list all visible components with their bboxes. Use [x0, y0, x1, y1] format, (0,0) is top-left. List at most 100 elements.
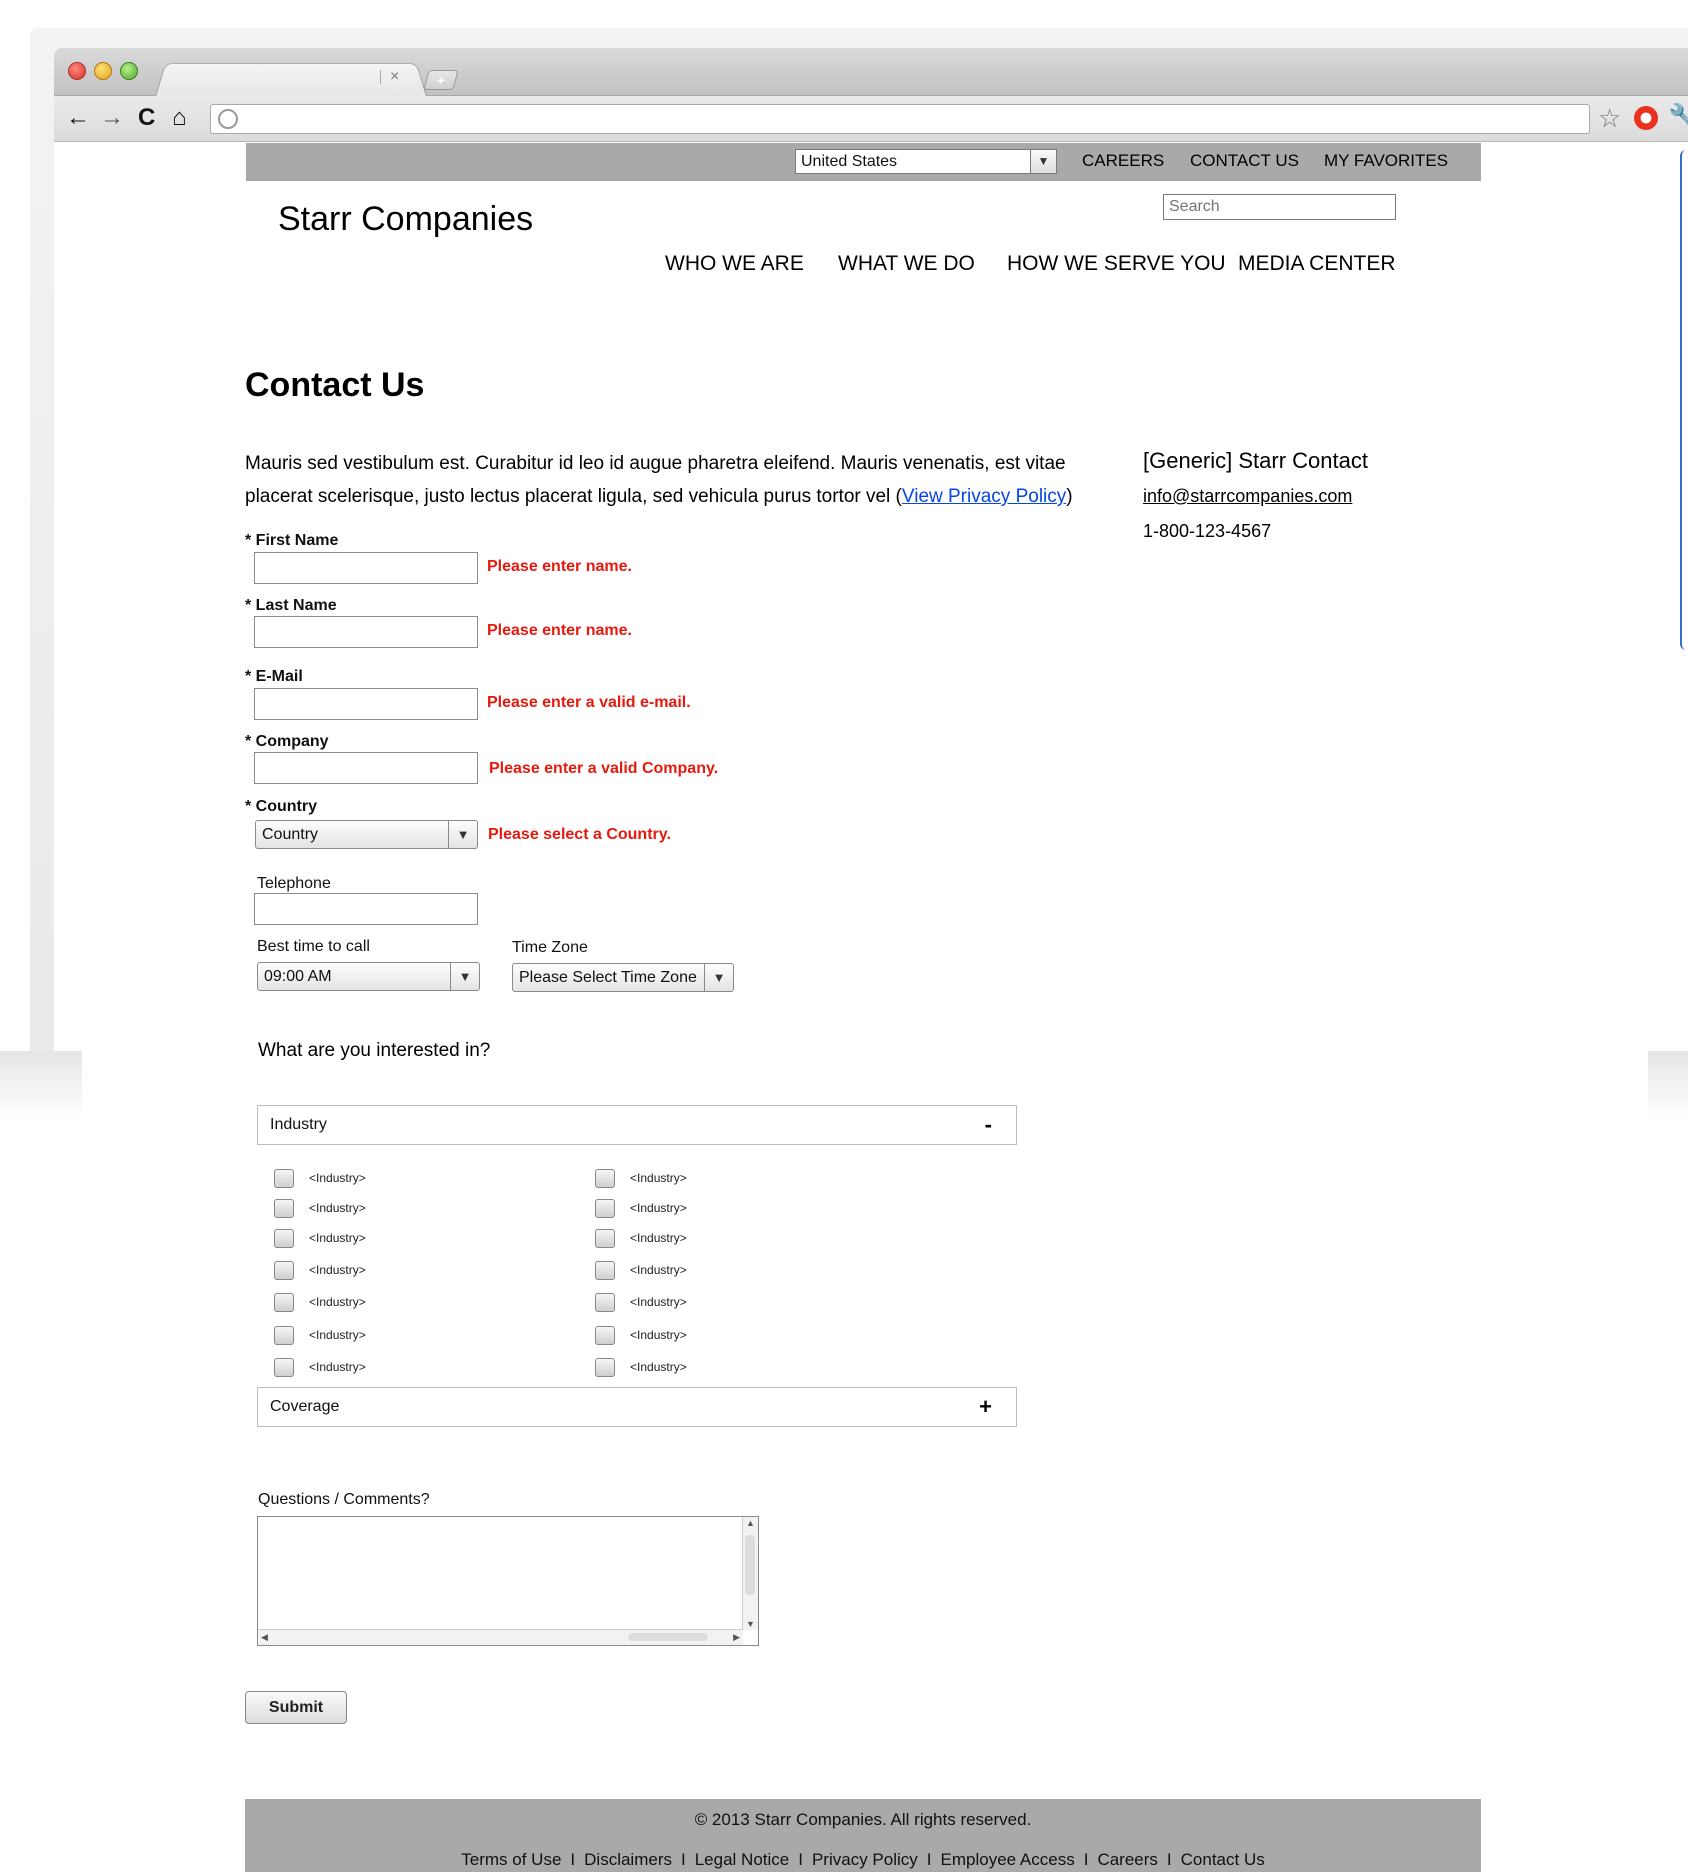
chevron-down-icon: ▼ — [1030, 150, 1056, 173]
industry-checkbox-label: <Industry> — [630, 1171, 687, 1185]
forward-icon[interactable]: → — [100, 104, 124, 132]
footer-separator: I — [798, 1850, 803, 1869]
nav-how-we-serve-you[interactable]: HOW WE SERVE YOU — [1007, 252, 1226, 276]
footer-link[interactable]: Careers — [1097, 1850, 1157, 1869]
last-name-field[interactable] — [254, 616, 478, 648]
footer-links: Terms of Use I Disclaimers I Legal Notice I Pr… — [245, 1850, 1481, 1870]
company-field[interactable] — [254, 752, 478, 784]
email-field[interactable] — [254, 688, 478, 720]
reload-icon[interactable]: C — [138, 104, 155, 132]
industry-checkbox-label: <Industry> — [309, 1295, 366, 1309]
search-input[interactable] — [1163, 194, 1396, 220]
comments-label: Questions / Comments? — [258, 1491, 430, 1508]
industry-checkbox[interactable] — [274, 1261, 294, 1280]
collapse-icon[interactable]: - — [985, 1106, 992, 1144]
site-logo[interactable]: Starr Companies — [278, 200, 533, 239]
util-link-my-favorites[interactable]: MY FAVORITES — [1324, 151, 1448, 171]
coverage-accordion-header[interactable]: Coverage + — [257, 1387, 1017, 1427]
scroll-thumb[interactable] — [628, 1633, 708, 1641]
industry-checkbox-label: <Industry> — [630, 1360, 687, 1374]
scroll-thumb[interactable] — [745, 1535, 755, 1595]
util-link-contact-us[interactable]: CONTACT US — [1190, 151, 1299, 171]
window-zoom-icon[interactable] — [120, 62, 138, 80]
country-error: Please select a Country. — [488, 826, 671, 843]
industry-checkbox[interactable] — [595, 1326, 615, 1345]
extension-icon[interactable] — [1634, 106, 1658, 130]
first-name-field[interactable] — [254, 552, 478, 584]
footer-link[interactable]: Employee Access — [941, 1850, 1075, 1869]
address-bar[interactable] — [210, 104, 1590, 134]
industry-checkbox-label: <Industry> — [630, 1201, 687, 1215]
country-select[interactable]: Country ▼ — [255, 820, 478, 849]
footer-link[interactable]: Contact Us — [1181, 1850, 1265, 1869]
expand-icon[interactable]: + — [979, 1388, 992, 1426]
tab-close-icon[interactable]: × — [390, 68, 399, 86]
footer-separator: I — [1166, 1850, 1172, 1869]
industry-checkbox[interactable] — [274, 1326, 294, 1345]
industry-checkbox-label: <Industry> — [309, 1171, 366, 1185]
new-tab-button[interactable]: + — [423, 70, 459, 90]
home-icon[interactable]: ⌂ — [172, 104, 187, 132]
footer-separator: I — [1083, 1850, 1089, 1869]
privacy-policy-link[interactable]: View Privacy Policy — [902, 486, 1066, 507]
industry-checkbox-label: <Industry> — [630, 1263, 687, 1277]
industry-accordion-header[interactable]: Industry - — [257, 1105, 1017, 1145]
company-error: Please enter a valid Company. — [489, 760, 719, 777]
industry-checkbox[interactable] — [274, 1169, 294, 1188]
window-minimize-icon[interactable] — [94, 62, 112, 80]
industry-checkbox-label: <Industry> — [309, 1360, 366, 1374]
industry-checkbox[interactable] — [595, 1358, 615, 1377]
industry-checkbox[interactable] — [595, 1293, 615, 1312]
industry-checkbox-label: <Industry> — [630, 1231, 687, 1245]
footer-link[interactable]: Terms of Use — [461, 1850, 561, 1869]
nav-who-we-are[interactable]: WHO WE ARE — [665, 252, 804, 276]
nav-what-we-do[interactable]: WHAT WE DO — [838, 252, 975, 276]
company-label: * Company — [245, 733, 329, 750]
scrollbar-edge[interactable] — [1680, 150, 1688, 650]
industry-checkbox[interactable] — [274, 1293, 294, 1312]
footer-link[interactable]: Legal Notice — [695, 1850, 790, 1869]
footer-link[interactable]: Disclaimers — [584, 1850, 672, 1869]
bookmark-star-icon[interactable]: ☆ — [1598, 103, 1621, 134]
util-link-careers[interactable]: CAREERS — [1082, 151, 1164, 171]
scroll-up-icon[interactable]: ▲ — [746, 1518, 755, 1528]
industry-checkbox[interactable] — [595, 1169, 615, 1188]
telephone-field[interactable] — [254, 893, 478, 925]
industry-checkbox[interactable] — [274, 1229, 294, 1248]
first-name-error: Please enter name. — [487, 558, 632, 575]
horizontal-scrollbar[interactable]: ◀ ▶ — [258, 1629, 743, 1645]
window-close-icon[interactable] — [68, 62, 86, 80]
vertical-scrollbar[interactable]: ▲ ▼ — [742, 1517, 758, 1630]
back-icon[interactable]: ← — [66, 104, 90, 132]
browser-tab[interactable] — [154, 62, 428, 99]
scroll-left-icon[interactable]: ◀ — [261, 1632, 268, 1643]
industry-checkbox[interactable] — [595, 1261, 615, 1280]
contact-email-link[interactable]: info@starrcompanies.com — [1143, 486, 1352, 507]
best-time-select[interactable]: 09:00 AM ▼ — [257, 962, 480, 991]
coverage-accordion-label: Coverage — [270, 1398, 340, 1415]
contact-phone: 1-800-123-4567 — [1143, 521, 1272, 541]
submit-button[interactable]: Submit — [245, 1691, 347, 1724]
email-error: Please enter a valid e-mail. — [487, 694, 691, 711]
scroll-down-icon[interactable]: ▼ — [746, 1619, 755, 1629]
footer-separator: I — [926, 1850, 932, 1869]
country-label: * Country — [245, 798, 317, 815]
last-name-label: * Last Name — [245, 597, 337, 614]
copyright: © 2013 Starr Companies. All rights reser… — [694, 1810, 1032, 1829]
industry-checkbox[interactable] — [274, 1199, 294, 1218]
nav-media-center[interactable]: MEDIA CENTER — [1238, 252, 1396, 276]
scroll-right-icon[interactable]: ▶ — [733, 1632, 740, 1643]
telephone-label: Telephone — [257, 875, 331, 892]
country-region-select[interactable]: United States ▼ — [795, 149, 1057, 174]
industry-checkbox[interactable] — [595, 1229, 615, 1248]
footer-link[interactable]: Privacy Policy — [812, 1850, 918, 1869]
wrench-icon[interactable]: 🔧 — [1668, 102, 1688, 133]
industry-checkbox[interactable] — [274, 1358, 294, 1377]
industry-checkbox-label: <Industry> — [309, 1328, 366, 1342]
comments-textarea[interactable]: ▲ ▼ ◀ ▶ — [257, 1516, 759, 1646]
industry-checkbox-label: <Industry> — [309, 1231, 366, 1245]
time-zone-select[interactable]: Please Select Time Zone ▼ — [512, 963, 734, 992]
best-time-value: 09:00 AM — [264, 968, 332, 985]
country-region-value: United States — [801, 153, 898, 170]
industry-checkbox[interactable] — [595, 1199, 615, 1218]
